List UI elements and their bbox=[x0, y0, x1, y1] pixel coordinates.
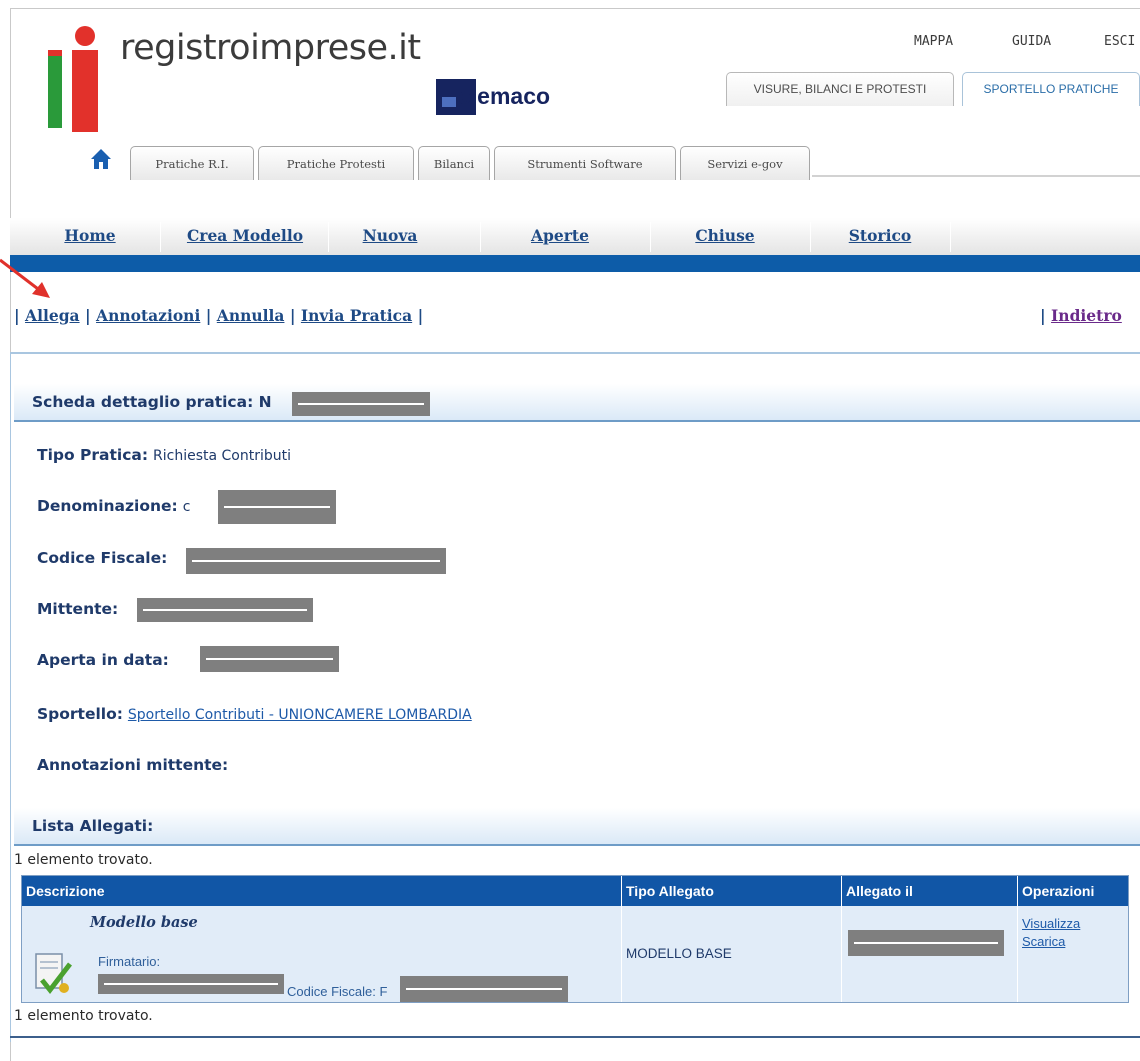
action-separator: | bbox=[1040, 306, 1052, 325]
action-separator: | bbox=[205, 306, 217, 325]
attachments-header-title: Lista Allegati: bbox=[32, 817, 154, 835]
sportello-link[interactable]: Sportello Contributi - UNIONCAMERE LOMBA… bbox=[128, 707, 472, 723]
field-value: c bbox=[182, 499, 191, 515]
field-label: Tipo Pratica: bbox=[37, 446, 149, 464]
field-annotazioni-mittente: Annotazioni mittente: bbox=[37, 756, 228, 774]
column-header-tipo-allegato[interactable]: Tipo Allegato bbox=[622, 876, 842, 906]
subtab-bilanci[interactable]: Bilanci bbox=[418, 146, 490, 180]
field-label: Annotazioni mittente: bbox=[37, 756, 229, 774]
nav-separator bbox=[160, 222, 161, 252]
field-codice-fiscale: Codice Fiscale: bbox=[37, 549, 167, 567]
cell-tipo-allegato: MODELLO BASE bbox=[622, 906, 842, 1002]
nav-blue-band bbox=[10, 255, 1140, 272]
detail-header: Scheda dettaglio pratica: N bbox=[14, 384, 1140, 422]
nav-nuova[interactable]: Nuova bbox=[340, 218, 440, 255]
attachments-count-top: 1 elemento trovato. bbox=[14, 852, 153, 868]
action-separator: | bbox=[85, 306, 97, 325]
nav-separator bbox=[650, 222, 651, 252]
action-links: | Allega | Annotazioni | Annulla | Invia… bbox=[14, 306, 423, 325]
action-annotazioni[interactable]: Annotazioni bbox=[96, 306, 200, 325]
nav-aperte[interactable]: Aperte bbox=[500, 218, 620, 255]
subtabs-baseline bbox=[812, 175, 1140, 177]
redacted-codice-fiscale bbox=[186, 548, 446, 574]
field-denominazione: Denominazione: c bbox=[37, 497, 190, 515]
detail-header-title: Scheda dettaglio pratica: N bbox=[32, 393, 272, 411]
panel-bottom-border bbox=[10, 1036, 1140, 1038]
scarica-link[interactable]: Scarica bbox=[1022, 934, 1065, 949]
signed-document-icon bbox=[35, 953, 72, 995]
redacted-practice-number bbox=[292, 392, 430, 416]
field-mittente: Mittente: bbox=[37, 600, 118, 618]
action-separator: | bbox=[14, 306, 26, 325]
nav-storico[interactable]: Storico bbox=[825, 218, 935, 255]
field-label: Sportello: bbox=[37, 705, 123, 723]
nav-separator bbox=[950, 222, 951, 252]
nav-separator bbox=[328, 222, 329, 252]
page-frame-top bbox=[10, 8, 1140, 9]
field-value: Richiesta Contributi bbox=[153, 448, 291, 464]
annotation-arrow-icon bbox=[0, 258, 50, 298]
redacted-attachment-date bbox=[848, 930, 1004, 956]
attachment-signer-label: Firmatario: bbox=[98, 954, 161, 969]
main-navbar: Home Crea Modello Nuova Aperte Chiuse St… bbox=[10, 218, 1140, 255]
brand-site-name[interactable]: registroimprese.it bbox=[120, 28, 421, 68]
column-header-allegato-il[interactable]: Allegato il bbox=[842, 876, 1018, 906]
top-link-esci[interactable]: ESCI bbox=[1104, 34, 1135, 49]
attachment-type: MODELLO BASE bbox=[626, 946, 732, 961]
visualizza-link[interactable]: Visualizza bbox=[1022, 916, 1080, 931]
redacted-signer-codice-fiscale bbox=[400, 976, 568, 1002]
field-label: Aperta in data: bbox=[37, 651, 169, 669]
action-separator: | bbox=[417, 306, 424, 325]
column-header-descrizione[interactable]: Descrizione bbox=[22, 876, 622, 906]
redacted-denominazione bbox=[218, 490, 336, 524]
nav-crea-modello[interactable]: Crea Modello bbox=[170, 218, 320, 255]
attachments-header: Lista Allegati: bbox=[14, 808, 1140, 846]
registroimprese-logo-icon bbox=[48, 26, 98, 132]
subtab-servizi-egov[interactable]: Servizi e-gov bbox=[680, 146, 810, 180]
field-label: Denominazione: bbox=[37, 497, 178, 515]
action-invia-pratica[interactable]: Invia Pratica bbox=[301, 306, 412, 325]
attachments-table: Descrizione Tipo Allegato Allegato il Op… bbox=[21, 875, 1129, 1003]
home-icon[interactable] bbox=[90, 148, 112, 170]
back-link-container: | Indietro bbox=[1040, 306, 1122, 325]
redacted-mittente bbox=[137, 598, 313, 622]
redacted-signer-name bbox=[98, 974, 284, 994]
back-link[interactable]: Indietro bbox=[1051, 306, 1122, 325]
tab-visure-bilanci-protesti[interactable]: VISURE, BILANCI E PROTESTI bbox=[726, 72, 954, 106]
top-link-guida[interactable]: GUIDA bbox=[1012, 34, 1051, 49]
nav-separator bbox=[810, 222, 811, 252]
action-separator: | bbox=[289, 306, 301, 325]
field-tipo-pratica: Tipo Pratica: Richiesta Contributi bbox=[37, 446, 291, 464]
nav-separator bbox=[480, 222, 481, 252]
field-label: Mittente: bbox=[37, 600, 119, 618]
attachment-name: Modello base bbox=[90, 914, 198, 931]
attachments-count-bottom: 1 elemento trovato. bbox=[14, 1008, 153, 1024]
action-annulla[interactable]: Annulla bbox=[217, 306, 285, 325]
table-header-row: Descrizione Tipo Allegato Allegato il Op… bbox=[22, 876, 1128, 906]
field-label: Codice Fiscale: bbox=[37, 549, 168, 567]
column-header-operazioni[interactable]: Operazioni bbox=[1018, 876, 1128, 906]
top-link-mappa[interactable]: MAPPA bbox=[914, 34, 953, 49]
attachment-codice-fiscale-label: Codice Fiscale: F bbox=[287, 984, 388, 999]
action-allega[interactable]: Allega bbox=[25, 306, 80, 325]
field-sportello: Sportello: Sportello Contributi - UNIONC… bbox=[37, 705, 472, 723]
tab-sportello-pratiche[interactable]: SPORTELLO PRATICHE bbox=[962, 72, 1140, 106]
nav-home[interactable]: Home bbox=[50, 218, 130, 255]
cell-operazioni: Visualizza Scarica bbox=[1018, 906, 1128, 1002]
subtab-pratiche-protesti[interactable]: Pratiche Protesti bbox=[258, 146, 414, 180]
cell-descrizione: Modello base Firmatario: Codice Fiscale:… bbox=[22, 906, 622, 1002]
telemaco-product-name: elemaco bbox=[458, 83, 551, 109]
nav-chiuse[interactable]: Chiuse bbox=[670, 218, 780, 255]
table-row: Modello base Firmatario: Codice Fiscale:… bbox=[22, 906, 1128, 1002]
field-aperta-in-data: Aperta in data: bbox=[37, 651, 169, 669]
subtab-strumenti-software[interactable]: Strumenti Software bbox=[494, 146, 676, 180]
subtab-pratiche-ri[interactable]: Pratiche R.I. bbox=[130, 146, 254, 180]
redacted-aperta-in-data bbox=[200, 646, 339, 672]
cell-allegato-il bbox=[842, 906, 1018, 1002]
